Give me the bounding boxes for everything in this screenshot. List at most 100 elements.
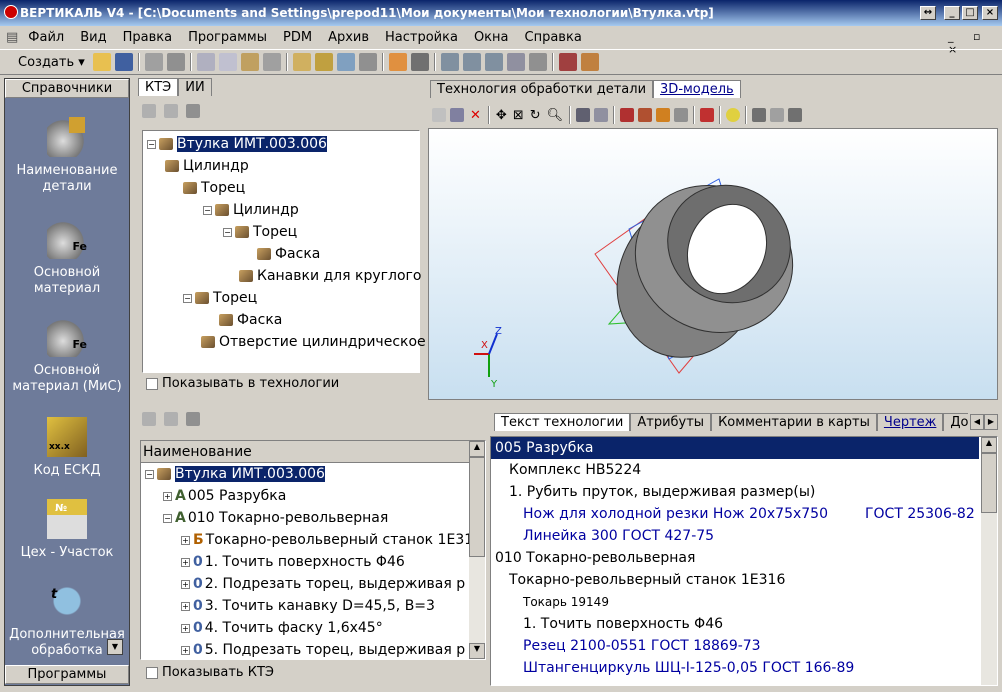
ref-item-eskd[interactable]: xx.x Код ЕСКД <box>5 417 129 479</box>
scroll-down-button[interactable]: ▼ <box>107 639 123 655</box>
gear3-icon[interactable] <box>788 108 803 122</box>
menu-pdm[interactable]: PDM <box>275 30 320 45</box>
proc-scrollbar[interactable]: ▲ ▼ <box>469 441 485 659</box>
glasses-icon[interactable] <box>166 53 185 71</box>
tree-node[interactable]: Фаска <box>143 309 419 331</box>
tree-node[interactable]: Канавки для круглого <box>143 265 421 287</box>
fit-icon[interactable]: ⊠ <box>513 108 524 123</box>
show-in-tech-checkbox[interactable]: Показывать в технологии <box>146 376 339 391</box>
text-line[interactable]: Нож для холодной резки Нож 20x75x750 ГОСТ… <box>491 503 997 525</box>
ref-item-material[interactable]: Fe Основной материал <box>5 219 129 297</box>
reference-header[interactable]: Справочники <box>5 79 129 98</box>
proc-tool2-icon[interactable] <box>164 412 179 426</box>
text-line[interactable]: Комплекс НВ5224 <box>491 459 997 481</box>
measure-icon[interactable] <box>674 108 689 122</box>
move-icon[interactable]: ✥ <box>496 108 507 123</box>
tree-tool2-icon[interactable] <box>164 104 179 118</box>
find-icon[interactable] <box>262 53 281 71</box>
cut-icon[interactable] <box>196 53 215 71</box>
close-button[interactable]: × <box>982 6 998 20</box>
export3-icon[interactable] <box>656 108 671 122</box>
tab-tech-processing[interactable]: Технология обработки детали <box>430 80 654 98</box>
menu-edit[interactable]: Правка <box>115 30 180 45</box>
copy-icon[interactable] <box>218 53 237 71</box>
tool5-icon[interactable] <box>388 53 407 71</box>
menu-view[interactable]: Вид <box>72 30 114 45</box>
open-icon[interactable] <box>92 53 111 71</box>
layout2-icon[interactable] <box>462 53 481 71</box>
menu-settings[interactable]: Настройка <box>377 30 466 45</box>
tree-node[interactable]: − Втулка ИМТ.003.006 <box>141 463 471 485</box>
text-scrollbar[interactable]: ▲ <box>981 437 997 685</box>
tree-node[interactable]: Фаска <box>143 243 419 265</box>
text-line[interactable]: 1. Точить поверхность Φ46 <box>491 613 997 635</box>
scroll-up-icon[interactable]: ▲ <box>469 441 485 457</box>
tree-node[interactable]: − Торец <box>143 287 419 309</box>
layout3-icon[interactable] <box>484 53 503 71</box>
tree-node[interactable]: +0 1. Точить поверхность Φ46 <box>141 551 471 573</box>
layout1-icon[interactable] <box>440 53 459 71</box>
tab-documents[interactable]: Докуме <box>943 413 968 431</box>
tool1-icon[interactable] <box>292 53 311 71</box>
display1-icon[interactable] <box>576 108 591 122</box>
ref-item-material-mis[interactable]: Fe Основной материал (МиС) <box>5 317 129 395</box>
tree-node[interactable]: + A 005 Разрубка <box>141 485 471 507</box>
tab-scroll-left[interactable]: ◀ <box>970 414 984 430</box>
numbering-icon[interactable] <box>144 53 163 71</box>
menu-programs[interactable]: Программы <box>180 30 275 45</box>
tree-tool1-icon[interactable] <box>142 104 156 118</box>
tab-3d-model[interactable]: 3D-модель <box>653 80 741 98</box>
programs-footer[interactable]: Программы <box>5 665 129 684</box>
text-line[interactable]: 005 Разрубка <box>491 437 979 459</box>
tree-node[interactable]: − Втулка ИМТ.003.006 <box>143 133 419 155</box>
text-line[interactable]: Резец 2100-0551 ГОСТ 18869-73 <box>491 635 997 657</box>
text-line[interactable]: 010 Токарно-револьверная <box>491 547 997 569</box>
light-icon[interactable] <box>726 108 741 122</box>
tab-tech-text[interactable]: Текст технологии <box>494 413 631 431</box>
tree-node[interactable]: +0 2. Подрезать торец, выдерживая р <box>141 573 471 595</box>
text-line[interactable]: Штангенциркуль ШЦ-I-125-0,05 ГОСТ 166-89 <box>491 657 997 679</box>
tab-ii[interactable]: ИИ <box>178 78 212 96</box>
menu-archive[interactable]: Архив <box>320 30 377 45</box>
tree-tool3-icon[interactable] <box>186 104 201 118</box>
tree-node[interactable]: + Б Токарно-револьверный станок 1Е31 <box>141 529 471 551</box>
restore-icon[interactable]: ↔ <box>920 6 936 20</box>
show-kte-checkbox[interactable]: Показывать КТЭ <box>146 665 274 680</box>
tree-node[interactable]: +0 5. Подрезать торец, выдерживая р <box>141 639 471 659</box>
tree-node[interactable]: Торец <box>143 177 419 199</box>
tab-comments[interactable]: Комментарии в карты <box>711 413 877 431</box>
tree-node[interactable]: Отверстие цилиндрическое <box>143 331 426 353</box>
tree-node[interactable]: +0 3. Точить канавку D=45,5, B=3 <box>141 595 471 617</box>
export2-icon[interactable] <box>638 108 653 122</box>
tool3-icon[interactable] <box>336 53 355 71</box>
ref-item-workshop[interactable]: № Цех - Участок <box>5 499 129 561</box>
menu-help[interactable]: Справка <box>517 30 590 45</box>
tree-node[interactable]: − Цилиндр <box>143 199 419 221</box>
text-line[interactable]: Токарь 19149 <box>491 591 997 613</box>
text-line[interactable]: 1. Рубить пруток, выдерживая размер(ы) <box>491 481 997 503</box>
text-line[interactable]: Токарно-револьверный станок 1Е316 <box>491 569 997 591</box>
maximize-button[interactable]: □ <box>962 6 978 20</box>
v-save-icon[interactable] <box>450 108 464 122</box>
tab-drawing[interactable]: Чертеж <box>876 413 944 431</box>
tree-node[interactable]: − Торец <box>143 221 419 243</box>
export1-icon[interactable] <box>620 108 635 122</box>
3d-viewport[interactable]: Z X Y <box>428 128 998 400</box>
tool4-icon[interactable] <box>358 53 377 71</box>
create-button[interactable]: Создать ▾ <box>18 55 85 70</box>
scroll-up-icon[interactable]: ▲ <box>981 437 997 453</box>
proc-tool1-icon[interactable] <box>142 412 156 426</box>
book-icon[interactable] <box>558 53 577 71</box>
zoom-icon[interactable]: 🔍︎ <box>547 108 564 123</box>
scroll-thumb[interactable] <box>981 453 997 513</box>
display2-icon[interactable] <box>594 108 609 122</box>
paste-icon[interactable] <box>240 53 259 71</box>
rotate-icon[interactable]: ↻ <box>530 108 541 123</box>
ref-item-part-name[interactable]: Наименование детали <box>5 117 129 195</box>
layout5-icon[interactable] <box>528 53 547 71</box>
save-icon[interactable] <box>114 53 133 71</box>
gear1-icon[interactable] <box>752 108 767 122</box>
tool2-icon[interactable] <box>314 53 333 71</box>
tab-kte[interactable]: КТЭ <box>138 78 179 96</box>
scroll-down-icon[interactable]: ▼ <box>469 643 485 659</box>
